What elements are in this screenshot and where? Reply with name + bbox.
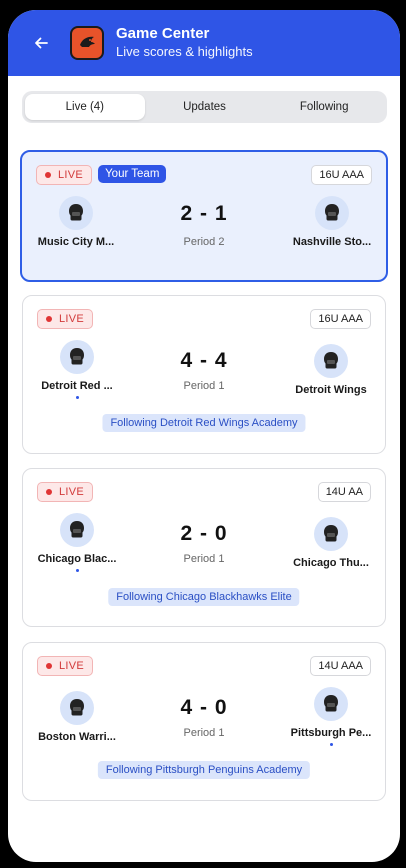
live-badge: LIVE [37,309,94,329]
game-card[interactable]: LIVE 14U AA Chicago Blac... 2 - 0 Period… [22,468,386,627]
away-team-name: Detroit Wings [295,384,367,396]
page-title: Game Center [116,25,210,42]
live-dot-icon [46,663,52,669]
live-badge: LIVE [37,656,94,676]
away-team[interactable]: Pittsburgh Pe... [286,687,376,746]
away-team-name: Pittsburgh Pe... [290,727,372,739]
tab-live[interactable]: Live (4) [25,94,145,120]
team-avatar-icon [314,344,348,378]
age-group-badge: 16U AAA [311,165,372,185]
away-team[interactable]: Chicago Thu... [286,517,376,569]
game-card[interactable]: LIVE 16U AAA Detroit Red ... 4 - 4 Perio… [22,295,386,454]
live-badge: LIVE [36,165,93,185]
following-indicator-icon [329,743,333,746]
back-button[interactable] [28,30,54,56]
age-group-badge: 16U AAA [310,309,371,329]
tab-bar: Live (4) Updates Following [22,91,387,123]
live-badge: LIVE [37,482,94,502]
game-card[interactable]: LIVE Your Team 16U AAA Music City M... 2… [20,150,388,282]
away-team[interactable]: Nashville Sto... [287,196,377,248]
team-avatar-icon [314,687,348,721]
your-team-badge: Your Team [98,165,167,183]
age-group-badge: 14U AAA [310,656,371,676]
following-tag: Following Pittsburgh Penguins Academy [97,761,311,779]
tab-following[interactable]: Following [264,94,384,120]
app-header: Game Center Live scores & highlights [8,10,400,76]
following-tag: Following Chicago Blackhawks Elite [108,588,300,606]
live-dot-icon [46,316,52,322]
following-tag: Following Detroit Red Wings Academy [102,414,306,432]
away-team-name: Nashville Sto... [292,236,372,248]
live-dot-icon [45,172,51,178]
tab-updates[interactable]: Updates [145,94,265,120]
age-group-badge: 14U AA [317,482,371,502]
arrow-left-icon [35,37,48,49]
away-team[interactable]: Detroit Wings [281,344,381,396]
live-dot-icon [46,489,52,495]
page-subtitle: Live scores & highlights [116,44,253,59]
team-avatar-icon [314,517,348,551]
app-logo-icon [70,26,104,60]
game-card[interactable]: LIVE 14U AAA Boston Warri... 4 - 0 Perio… [22,642,386,801]
team-avatar-icon [315,196,349,230]
away-team-name: Chicago Thu... [293,557,369,569]
phone-screen: Game Center Live scores & highlights Liv… [8,10,400,862]
following-indicator-icon [75,569,79,572]
following-indicator-icon [75,396,79,399]
